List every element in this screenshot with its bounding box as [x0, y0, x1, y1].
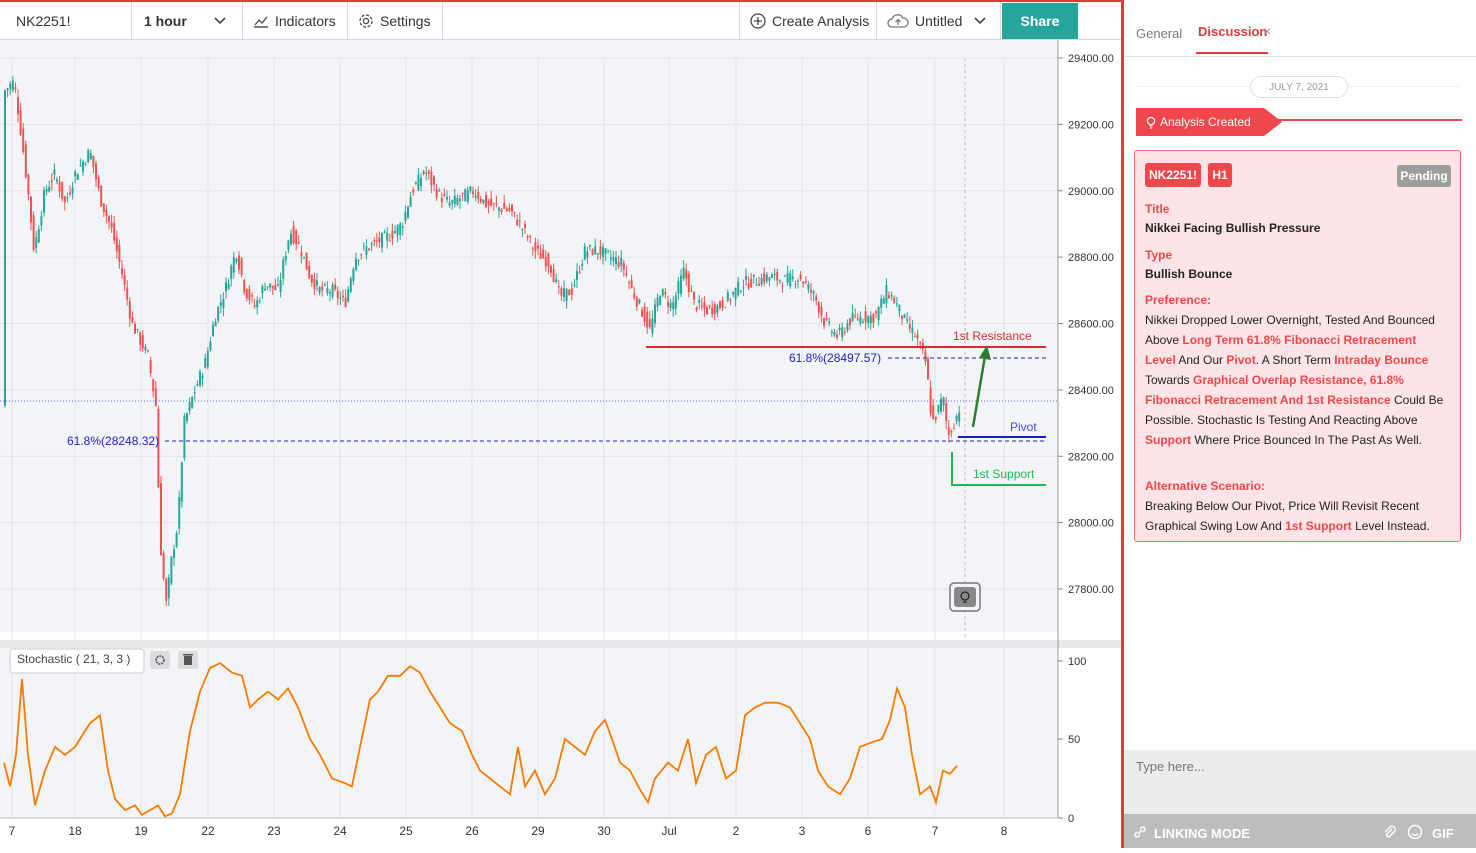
- timeframe-badge: H1: [1208, 163, 1232, 187]
- stochastic-tick-label: 50: [1068, 734, 1080, 746]
- alternative-label: Alternative Scenario:: [1145, 479, 1266, 493]
- stochastic-tick-label: 0: [1068, 813, 1074, 825]
- create-analysis-button[interactable]: Create Analysis: [739, 2, 877, 40]
- indicators-icon: [254, 16, 268, 28]
- gear-icon: [359, 14, 373, 28]
- interval-select[interactable]: 1 hour: [132, 2, 243, 40]
- date-tick-label: 6: [865, 824, 872, 838]
- chart-area[interactable]: 61.8%(28248.32) 61.8%(28497.57) 1st Resi…: [0, 40, 1121, 848]
- create-analysis-label: Create Analysis: [772, 13, 870, 29]
- preference-label: Preference:: [1145, 293, 1212, 307]
- price-tick-label: 29000.00: [1068, 186, 1114, 198]
- title-value: Nikkei Facing Bullish Pressure: [1145, 221, 1321, 235]
- tab-underline: [1196, 52, 1268, 54]
- date-tick-label: Jul: [661, 824, 676, 838]
- link-icon[interactable]: [1132, 824, 1148, 840]
- price-tick-label: 28600.00: [1068, 319, 1114, 331]
- settings-label: Settings: [380, 13, 431, 29]
- banner-label: Analysis Created: [1160, 115, 1251, 129]
- price-tick-label: 27800.00: [1068, 584, 1114, 596]
- chart-toolbar: NK2251! 1 hour Indicators Settings Creat…: [0, 0, 1121, 40]
- trash-icon: [184, 656, 192, 665]
- type-value: Bullish Bounce: [1145, 267, 1233, 281]
- preference-text: Nikkei Dropped Lower Overnight, Tested A…: [1145, 313, 1444, 447]
- date-tick-label: 22: [201, 824, 215, 838]
- price-tick-label: 29200.00: [1068, 119, 1114, 131]
- date-tick-label: 2: [733, 824, 740, 838]
- close-tab-icon[interactable]: ×: [1263, 23, 1271, 39]
- cloud-upload-icon: [887, 14, 909, 28]
- settings-button[interactable]: Settings: [348, 2, 443, 40]
- message-input-area: [1124, 750, 1476, 814]
- date-tick-label: 8: [1001, 824, 1008, 838]
- price-chart[interactable]: 61.8%(28248.32) 61.8%(28497.57) 1st Resi…: [0, 40, 1121, 848]
- title-label: Title: [1145, 202, 1170, 216]
- stochastic-label: Stochastic ( 21, 3, 3 ): [17, 652, 130, 666]
- date-tick-label: 29: [531, 824, 545, 838]
- analysis-card: NK2251! H1 Pending Title Nikkei Facing B…: [1134, 150, 1461, 542]
- price-tick-label: 28000.00: [1068, 518, 1114, 530]
- share-button[interactable]: Share: [1002, 3, 1078, 39]
- analysis-created-banner: Analysis Created: [1136, 108, 1282, 136]
- price-tick-label: 28800.00: [1068, 252, 1114, 264]
- symbol-input[interactable]: NK2251!: [0, 2, 132, 40]
- message-input[interactable]: [1134, 758, 1458, 775]
- gif-button[interactable]: GIF: [1432, 826, 1454, 841]
- chevron-down-icon: [214, 17, 226, 25]
- discussion-sidebar: General Discussion × JULY 7, 2021 Analys…: [1124, 0, 1476, 848]
- symbol-badge: NK2251!: [1145, 163, 1201, 187]
- type-label: Type: [1145, 248, 1173, 262]
- date-tick-label: 7: [9, 824, 16, 838]
- indicators-label: Indicators: [275, 13, 336, 29]
- stochastic-tick-label: 100: [1068, 656, 1086, 668]
- layout-select[interactable]: Untitled: [877, 2, 1001, 40]
- date-tick-label: 26: [465, 824, 479, 838]
- linking-mode-label[interactable]: LINKING MODE: [1154, 826, 1250, 841]
- pivot-label: Pivot: [1010, 420, 1037, 434]
- date-tick-label: 23: [267, 824, 281, 838]
- alternative-text: Breaking Below Our Pivot, Price Will Rev…: [1145, 499, 1430, 533]
- lightbulb-button[interactable]: [949, 582, 981, 612]
- emoji-icon[interactable]: [1407, 824, 1423, 840]
- fib-upper-label: 61.8%(28497.57): [789, 351, 881, 365]
- linking-mode-bar: LINKING MODE GIF: [1124, 814, 1476, 848]
- layout-name: Untitled: [915, 13, 963, 29]
- lightbulb-icon: [1146, 116, 1156, 129]
- indicators-button[interactable]: Indicators: [243, 2, 348, 40]
- status-badge: Pending: [1397, 165, 1451, 187]
- tab-general[interactable]: General: [1136, 26, 1182, 41]
- support-label: 1st Support: [973, 467, 1035, 481]
- date-tick-label: 30: [597, 824, 611, 838]
- price-tick-label: 28200.00: [1068, 451, 1114, 463]
- price-tick-label: 28400.00: [1068, 385, 1114, 397]
- banner-line: [1274, 119, 1462, 121]
- date-tick-label: 18: [68, 824, 82, 838]
- date-tick-label: 7: [932, 824, 939, 838]
- date-tick-label: 25: [399, 824, 413, 838]
- interval-label: 1 hour: [144, 13, 187, 29]
- fib-lower-label: 61.8%(28248.32): [67, 434, 159, 448]
- price-tick-label: 29400.00: [1068, 53, 1114, 65]
- date-tick-label: 24: [333, 824, 347, 838]
- indicator-delete-button[interactable]: [178, 651, 198, 669]
- date-tick-label: 19: [134, 824, 148, 838]
- symbol-label: NK2251!: [16, 13, 71, 29]
- tab-discussion[interactable]: Discussion: [1198, 24, 1267, 39]
- resistance-label: 1st Resistance: [953, 329, 1032, 343]
- indicator-settings-button[interactable]: [150, 651, 170, 669]
- paperclip-icon[interactable]: [1382, 824, 1396, 840]
- date-tick-label: 3: [799, 824, 806, 838]
- plus-circle-icon: [750, 13, 766, 29]
- date-pill: JULY 7, 2021: [1250, 76, 1348, 98]
- sidebar-tabs: General Discussion ×: [1124, 2, 1476, 57]
- chevron-down-icon: [974, 17, 987, 25]
